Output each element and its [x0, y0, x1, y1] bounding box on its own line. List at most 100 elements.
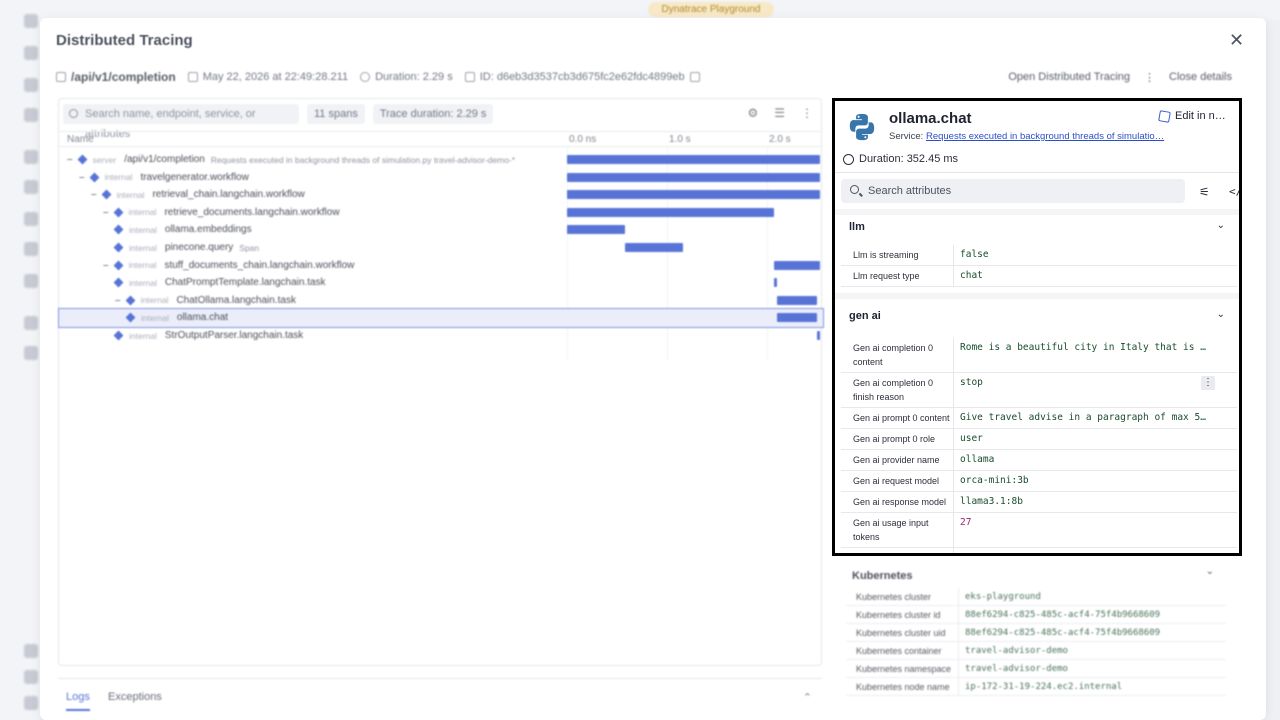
nav-icon[interactable]	[24, 644, 38, 658]
attribute-row[interactable]: Llm is streaming false	[841, 245, 1237, 266]
nav-icon[interactable]	[24, 180, 38, 194]
span-kind: internal	[141, 312, 169, 323]
attribute-row[interactable]: Kubernetes container travel-advisor-demo	[846, 642, 1226, 660]
more-options-icon[interactable]: ⋮	[1144, 71, 1155, 84]
span-search-input[interactable]: Search name, endpoint, service, or attri…	[63, 104, 299, 140]
attribute-row[interactable]: Kubernetes cluster id 88ef6294-c825-485c-…	[846, 606, 1226, 624]
chevron-down-icon[interactable]: ⌄	[1217, 309, 1225, 320]
attribute-row[interactable]: Gen ai prompt 0 role user	[841, 429, 1237, 450]
nav-icon[interactable]	[24, 316, 38, 330]
more-options-icon[interactable]: ⋮	[1239, 111, 1242, 125]
attribute-row[interactable]: Gen ai request model orca-mini:3b	[841, 471, 1237, 492]
close-icon[interactable]: ✕	[1229, 30, 1244, 51]
attribute-value: 88ef6294-c825-485c-acf4-75f4b9668609	[958, 624, 1226, 641]
attribute-row[interactable]: Gen ai response model llama3.1:8b	[841, 492, 1237, 513]
span-kind: internal	[129, 277, 157, 288]
nav-icon[interactable]	[24, 274, 38, 288]
attribute-row[interactable]: Gen ai completion 0 content Rome is a bea…	[841, 338, 1237, 373]
group-header[interactable]: llm ⌄	[841, 217, 1237, 239]
nav-icon[interactable]	[24, 108, 38, 122]
span-row[interactable]: internal StrOutputParser.langchain.task	[59, 327, 823, 345]
attribute-key: Kubernetes container	[856, 646, 942, 656]
group-header[interactable]: Kubernetes ⌄	[846, 566, 1226, 588]
collapse-icon[interactable]: –	[103, 260, 109, 271]
span-row[interactable]: internal ollama.embeddings	[59, 221, 823, 239]
attribute-row[interactable]: Gen ai usage output tokens46	[841, 548, 1237, 553]
nav-icon[interactable]	[24, 14, 38, 28]
chevron-down-icon[interactable]: ⌄	[1217, 220, 1225, 231]
attribute-group-llm: llm ⌄ Llm is streaming false Llm request t…	[841, 217, 1237, 287]
attribute-row[interactable]: Kubernetes node name ip-172-31-19-224.ec2…	[846, 678, 1226, 696]
attribute-row[interactable]: Kubernetes cluster eks-playground	[846, 588, 1226, 606]
attribute-key: Llm request type	[853, 271, 920, 281]
span-row[interactable]: internal ollama.chat	[58, 308, 824, 328]
nav-icon[interactable]	[24, 46, 38, 60]
span-name: ollama.chat	[176, 312, 229, 324]
collapse-icon[interactable]: –	[115, 295, 121, 306]
nav-icon[interactable]	[24, 670, 38, 684]
code-icon[interactable]: </	[1229, 185, 1239, 198]
collapse-icon[interactable]: –	[79, 172, 85, 183]
attribute-key: Gen ai prompt 0 role	[853, 434, 936, 444]
nav-icon[interactable]	[24, 150, 38, 164]
span-row[interactable]: internal pinecone.query Span	[59, 239, 823, 257]
nav-icon[interactable]	[24, 212, 38, 226]
span-row[interactable]: – internal retrieve_documents.langchain.wo…	[59, 204, 823, 222]
span-duration-bar	[817, 331, 820, 340]
endpoint-label: /api/v1/completion	[71, 70, 176, 84]
close-details-button[interactable]: Close details	[1169, 71, 1232, 83]
attribute-value: false	[953, 245, 1219, 265]
span-row[interactable]: internal ChatPromptTemplate.langchain.tas…	[59, 274, 823, 292]
attribute-row[interactable]: Llm request type chat	[841, 266, 1237, 287]
span-row[interactable]: – internal travelgenerator.workflow	[59, 169, 823, 187]
attribute-row[interactable]: Kubernetes namespace travel-advisor-demo	[846, 660, 1226, 678]
copy-icon[interactable]	[689, 72, 700, 82]
span-extra: Requests executed in background threads …	[210, 154, 516, 165]
columns-icon[interactable]: ☰	[774, 106, 785, 120]
attribute-row[interactable]: Gen ai completion 0 finish reason stop ⋮	[841, 373, 1237, 408]
span-duration-bar	[567, 207, 775, 217]
group-header[interactable]: gen ai ⌄	[841, 306, 1237, 328]
span-kind-icon	[113, 260, 124, 271]
top-bar: Dynatrace Playground	[40, 0, 1280, 20]
span-row[interactable]: – server/api/v1/completion Requests execut…	[59, 151, 823, 169]
span-details-panel: ollama.chat Service: Requests executed i…	[832, 98, 1242, 556]
chevron-down-icon[interactable]: ⌄	[1206, 566, 1214, 577]
nav-icon[interactable]	[24, 78, 38, 92]
chevron-up-icon[interactable]: ⌃	[803, 691, 812, 704]
collapse-icon[interactable]: –	[103, 207, 109, 218]
tab-exceptions[interactable]: Exceptions	[108, 691, 162, 703]
attribute-row[interactable]: Gen ai usage input tokens 27	[841, 513, 1237, 548]
attribute-key: Gen ai completion 0 content	[853, 343, 934, 367]
span-row[interactable]: – internal stuff_documents_chain.langchain…	[59, 257, 823, 275]
filter-icon[interactable]: ⚟	[1199, 185, 1210, 199]
attribute-row[interactable]: Gen ai provider name ollama	[841, 450, 1237, 471]
row-actions-icon[interactable]: ⋮	[1201, 376, 1215, 390]
service-link[interactable]: Requests executed in background threads …	[926, 131, 1164, 142]
nav-icon[interactable]	[24, 696, 38, 710]
settings-icon[interactable]: ⚙	[747, 106, 758, 120]
nav-icon[interactable]	[24, 346, 38, 360]
tab-logs[interactable]: Logs	[66, 691, 90, 711]
collapse-icon[interactable]: –	[91, 189, 97, 200]
attribute-search-placeholder: Search attributes	[868, 185, 952, 197]
trace-id-label: ID: d6eb3d3537cb3d675fc2e62fdc4899eb	[479, 71, 685, 83]
collapse-icon[interactable]: –	[67, 154, 73, 165]
span-duration-bar	[567, 225, 626, 235]
attribute-key: Gen ai prompt 0 content	[853, 413, 950, 423]
more-icon[interactable]: ⋮	[801, 106, 813, 120]
span-name: ChatOllama.langchain.task	[176, 294, 296, 306]
attribute-row[interactable]: Gen ai prompt 0 content Give travel advis…	[841, 408, 1237, 429]
edit-in-notebook-button[interactable]: Edit in n…	[1158, 109, 1226, 123]
span-count-chip: 11 spans	[307, 104, 365, 124]
nav-icon[interactable]	[24, 242, 38, 256]
span-row[interactable]: – internal retrieval_chain.langchain.workf…	[59, 186, 823, 204]
attribute-search-input[interactable]: Search attributes	[841, 179, 1185, 203]
attribute-key: Kubernetes node name	[856, 682, 950, 692]
span-row[interactable]: – internal ChatOllama.langchain.task	[59, 292, 823, 310]
span-name: retrieval_chain.langchain.workflow	[152, 189, 305, 201]
span-waterfall: Search name, endpoint, service, or attri…	[58, 98, 824, 666]
attribute-value: travel-advisor-demo	[958, 642, 1226, 659]
open-distributed-tracing-button[interactable]: Open Distributed Tracing	[1008, 71, 1130, 83]
attribute-row[interactable]: Kubernetes cluster uid 88ef6294-c825-485c…	[846, 624, 1226, 642]
